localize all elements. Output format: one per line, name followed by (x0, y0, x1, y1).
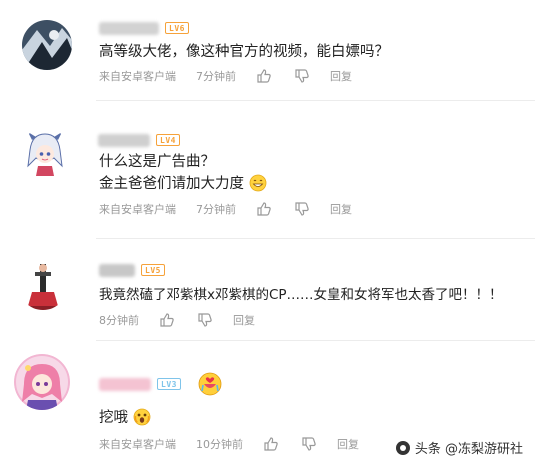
figure-avatar-icon (18, 260, 68, 310)
dislike-icon[interactable] (301, 436, 317, 452)
source-label: 来自安卓客户端 (99, 70, 176, 83)
comment-text: 挖哦 (99, 407, 151, 429)
abstract-art-avatar-icon (22, 20, 72, 70)
anime-girl-avatar-icon (20, 128, 70, 178)
username-row[interactable]: LV4 (98, 132, 180, 148)
comment-item: LV4 什么这是广告曲？ 金主爸爸们请加大力度 来自安卓客户端 7分钟前 回复 (0, 100, 535, 240)
comment-line: 我竟然磕了邓紫棋x邓紫棋的CP……女皇和女将军也太香了吧！！！ (99, 287, 503, 303)
time-label: 8分钟前 (99, 314, 139, 327)
like-icon[interactable] (263, 436, 279, 452)
comment-text: 什么这是广告曲？ 金主爸爸们请加大力度 (99, 151, 267, 195)
reply-button[interactable]: 回复 (330, 68, 352, 84)
comment-item: LV5 我竟然磕了邓紫棋x邓紫棋的CP……女皇和女将军也太香了吧！！！ 8分钟前… (0, 238, 535, 340)
avatar[interactable] (20, 128, 70, 178)
username-blurred[interactable] (99, 377, 151, 391)
scream-face-emoji (133, 408, 151, 426)
comment-text: 我竟然磕了邓紫棋x邓紫棋的CP……女皇和女将军也太香了吧！！！ (99, 284, 503, 306)
reply-button[interactable]: 回复 (337, 436, 359, 452)
watermark: 头条 @冻梨游研社 (395, 438, 523, 457)
reply-button[interactable]: 回复 (330, 201, 352, 217)
username-row[interactable]: LV5 (99, 262, 165, 278)
level-badge: LV5 (141, 264, 165, 276)
like-icon[interactable] (159, 312, 175, 328)
time-label: 7分钟前 (196, 70, 236, 83)
username-row[interactable]: LV3 (99, 372, 223, 396)
avatar[interactable] (22, 20, 72, 70)
comment-line: 挖哦 (99, 410, 128, 426)
like-icon[interactable] (256, 68, 272, 84)
comment-meta: 来自安卓客户端 7分钟前 回复 (99, 200, 352, 218)
comment-line: 高等级大佬，像这种官方的视频，能白嫖吗？ (99, 44, 389, 60)
comment-meta: 来自安卓客户端 10分钟前 回复 (99, 435, 359, 453)
username-blurred[interactable] (99, 263, 135, 277)
crying-heart-emoji (197, 371, 223, 397)
time-label: 10分钟前 (196, 438, 243, 451)
username-row[interactable]: LV6 (99, 20, 189, 36)
comment-item: LV6 高等级大佬，像这种官方的视频，能白嫖吗？ 来自安卓客户端 7分钟前 回复 (0, 0, 535, 100)
watermark-text: 头条 @冻梨游研社 (414, 442, 523, 457)
dislike-icon[interactable] (294, 68, 310, 84)
comment-line: 金主爸爸们请加大力度 (99, 176, 244, 192)
pink-hair-anime-avatar-icon (14, 354, 70, 410)
username-blurred[interactable] (99, 21, 159, 35)
source-label: 来自安卓客户端 (99, 203, 176, 216)
reply-button[interactable]: 回复 (233, 312, 255, 328)
level-badge: LV4 (156, 134, 180, 146)
comment-meta: 来自安卓客户端 7分钟前 回复 (99, 67, 352, 85)
toutiao-logo-icon (395, 440, 410, 455)
comment-line: 什么这是广告曲？ (99, 154, 215, 170)
comment-meta: 8分钟前 回复 (99, 311, 255, 329)
grinning-face-emoji (249, 174, 267, 192)
username-blurred[interactable] (98, 133, 150, 147)
dislike-icon[interactable] (197, 312, 213, 328)
avatar[interactable] (18, 260, 68, 310)
level-badge: LV3 (157, 378, 181, 390)
like-icon[interactable] (256, 201, 272, 217)
time-label: 7分钟前 (196, 203, 236, 216)
dislike-icon[interactable] (294, 201, 310, 217)
avatar[interactable] (14, 354, 70, 410)
comment-text: 高等级大佬，像这种官方的视频，能白嫖吗？ (99, 41, 389, 63)
level-badge: LV6 (165, 22, 189, 34)
source-label: 来自安卓客户端 (99, 438, 176, 451)
